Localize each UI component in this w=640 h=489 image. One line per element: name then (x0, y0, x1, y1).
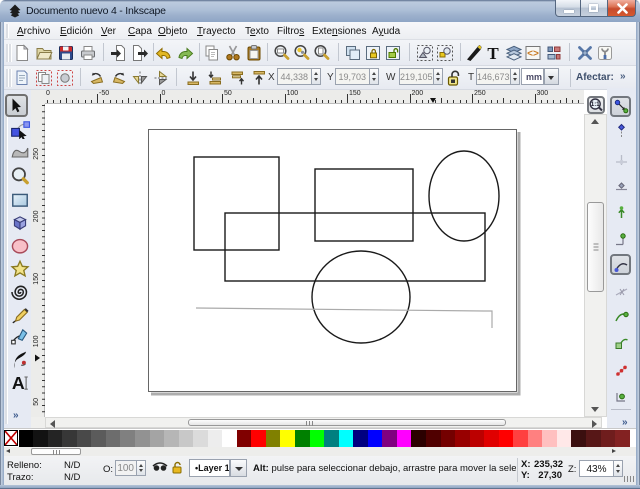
svg-text:250: 250 (33, 148, 40, 160)
svg-text:T: T (487, 44, 499, 62)
svg-text:1:1: 1:1 (591, 102, 600, 108)
svg-text:50: 50 (33, 398, 40, 406)
svg-text:A: A (12, 373, 25, 392)
svg-text:150: 150 (33, 273, 40, 285)
svg-text:200: 200 (33, 210, 40, 222)
svg-text:<>: <> (527, 49, 539, 60)
svg-text:100: 100 (33, 335, 40, 347)
